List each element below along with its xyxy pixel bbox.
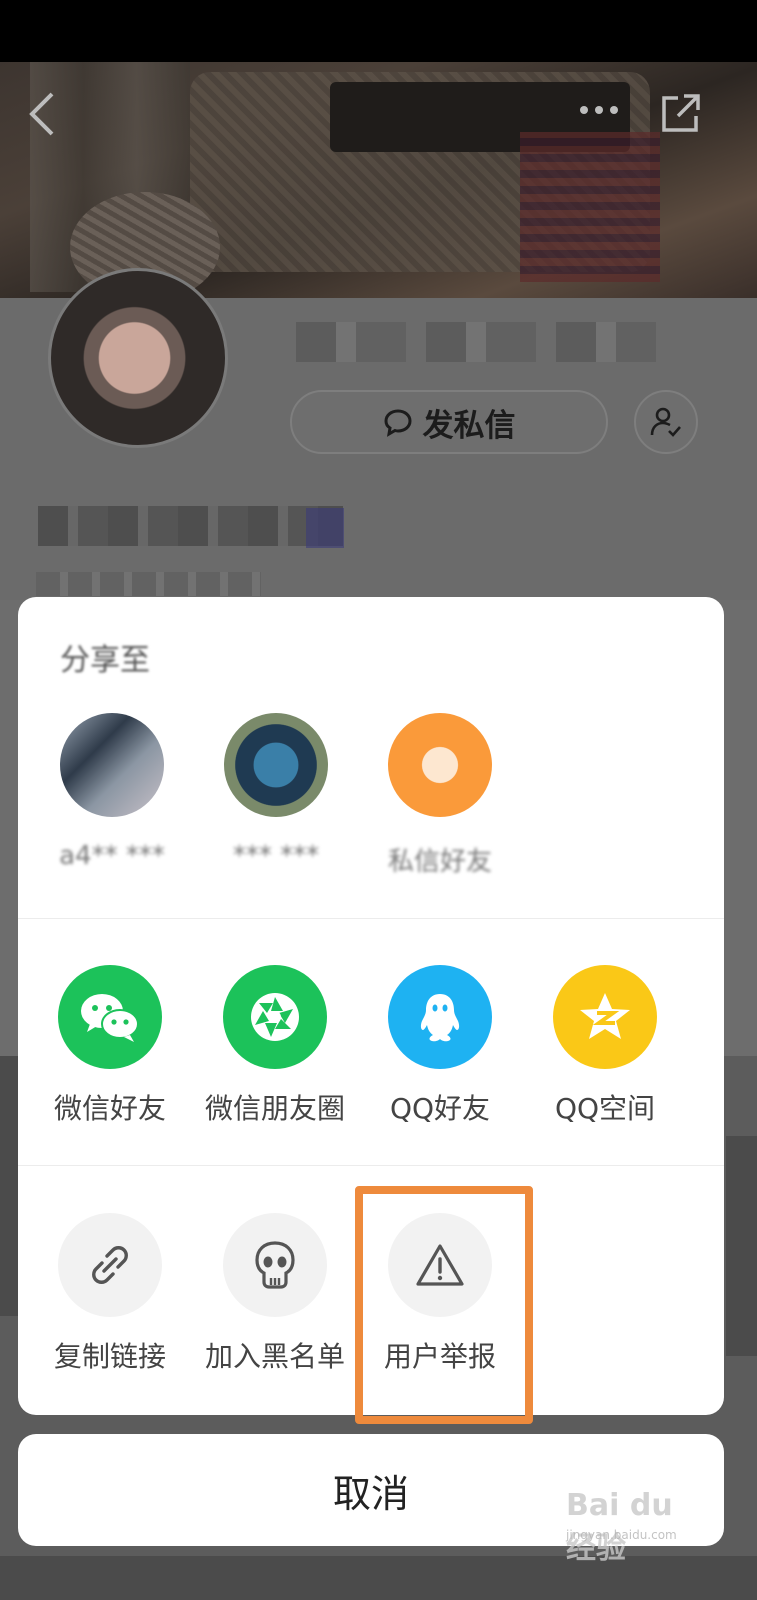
friend-avatar: [60, 713, 164, 817]
bio-blurred: [38, 506, 343, 546]
moments-icon: [223, 965, 327, 1069]
add-to-blacklist-button[interactable]: 加入黑名单: [195, 1213, 355, 1375]
share-sheet-title: 分享至: [60, 643, 150, 678]
send-message-button[interactable]: 发私信: [290, 390, 608, 454]
bio-secondary-blurred: [36, 572, 261, 596]
qzone-icon: [553, 965, 657, 1069]
watermark-sub: jingyan.baidu.com: [566, 1528, 677, 1542]
skull-icon: [223, 1213, 327, 1317]
back-button[interactable]: [22, 88, 62, 140]
recent-friend-1[interactable]: a4** ***: [48, 713, 176, 871]
private-message-icon: [388, 713, 492, 817]
chat-bubble-icon: [383, 409, 412, 437]
divider: [18, 1165, 724, 1166]
follow-button[interactable]: [634, 390, 698, 454]
send-message-label: 发私信: [422, 407, 516, 444]
more-dots-icon: [580, 106, 618, 114]
private-message-friends[interactable]: 私信好友: [376, 713, 504, 878]
link-icon: [58, 1213, 162, 1317]
share-button[interactable]: [660, 92, 702, 134]
share-option-label: 微信朋友圈: [204, 1092, 345, 1125]
cover-photo: [0, 62, 757, 298]
share-option-label: QQ好友: [389, 1092, 491, 1125]
qq-icon: [388, 965, 492, 1069]
recent-friend-2[interactable]: *** ***: [212, 713, 340, 871]
watermark: Bai du 经验 jingyan.baidu.com: [566, 1488, 706, 1566]
wechat-icon: [58, 965, 162, 1069]
share-out-icon: [662, 94, 700, 132]
private-message-label: 私信好友: [387, 847, 492, 877]
share-option-label: 微信好友: [53, 1092, 166, 1125]
more-button[interactable]: [578, 100, 620, 120]
share-qq-friend[interactable]: QQ好友: [360, 965, 520, 1127]
avatar[interactable]: [48, 268, 228, 448]
divider: [18, 918, 724, 919]
share-wechat-friend[interactable]: 微信好友: [30, 965, 190, 1127]
highlight-box: [355, 1186, 533, 1424]
action-label: 加入黑名单: [204, 1340, 345, 1373]
friend-name: a4** ***: [59, 841, 165, 871]
share-wechat-moments[interactable]: 微信朋友圈: [195, 965, 355, 1127]
share-qzone[interactable]: QQ空间: [525, 965, 685, 1127]
share-option-label: QQ空间: [554, 1092, 656, 1125]
status-bar: [0, 0, 757, 62]
verified-badge: [306, 508, 344, 548]
friend-name: *** ***: [232, 841, 320, 871]
copy-link-button[interactable]: 复制链接: [30, 1213, 190, 1375]
username-blurred: [296, 322, 656, 362]
friend-avatar: [224, 713, 328, 817]
chevron-left-icon: [29, 92, 54, 136]
user-check-icon: [650, 407, 681, 437]
action-label: 复制链接: [53, 1340, 166, 1373]
